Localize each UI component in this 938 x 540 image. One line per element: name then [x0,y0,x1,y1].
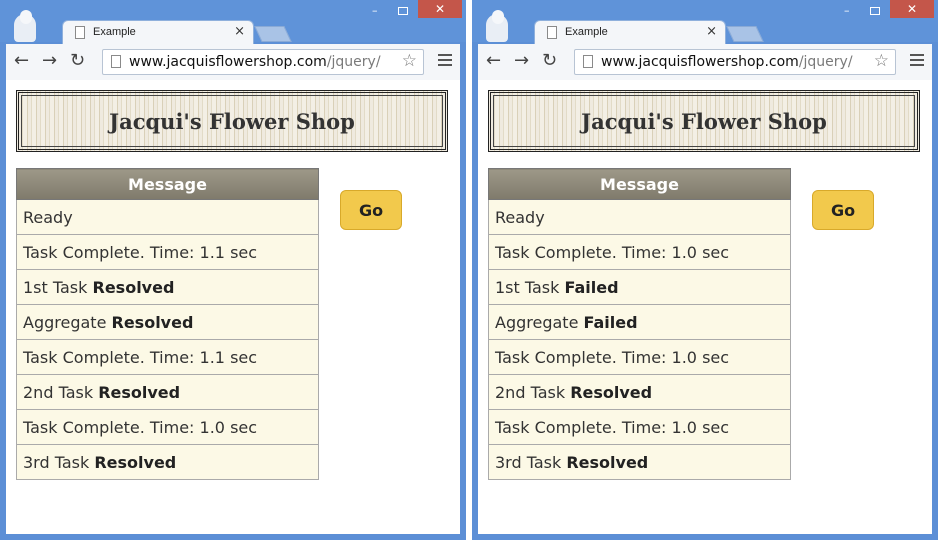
reload-icon[interactable]: ↻ [542,52,557,70]
page-icon [547,26,557,39]
message-cell: 3rd Task Resolved [16,444,319,480]
bookmark-star-icon[interactable]: ☆ [402,51,417,71]
message-cell: Task Complete. Time: 1.0 sec [488,409,791,445]
new-tab-button[interactable] [726,26,764,42]
table-row: Ready [16,199,319,235]
bookmark-star-icon[interactable]: ☆ [874,51,889,71]
table-row: 3rd Task Resolved [488,444,791,480]
tab-close-icon[interactable]: × [706,24,717,39]
go-button[interactable]: Go [812,190,874,230]
page-icon [75,26,85,39]
url-path: /jquery/ [798,54,853,70]
back-arrow-icon[interactable]: ← [14,52,29,70]
table-row: Task Complete. Time: 1.0 sec [488,234,791,270]
table-row: Task Complete. Time: 1.0 sec [488,339,791,375]
back-arrow-icon[interactable]: ← [486,52,501,70]
url-text: www.jacquisflowershop.com/jquery/ [601,54,853,70]
go-button[interactable]: Go [340,190,402,230]
message-cell: 2nd Task Resolved [16,374,319,410]
table-row: 2nd Task Resolved [16,374,319,410]
maximize-button[interactable] [398,7,408,15]
table-row: 1st Task Resolved [16,269,319,305]
table-row: Ready [488,199,791,235]
table-row: Task Complete. Time: 1.1 sec [16,234,319,270]
url-host: www.jacquisflowershop.com [129,54,327,70]
table-row: Task Complete. Time: 1.0 sec [488,409,791,445]
minimize-button[interactable]: – [372,4,378,17]
page-content: Jacqui's Flower Shop Message Ready Task … [6,80,460,534]
message-cell: 3rd Task Resolved [488,444,791,480]
message-header: Message [16,168,319,200]
message-cell: 1st Task Failed [488,269,791,305]
page-content: Jacqui's Flower Shop Message Ready Task … [478,80,932,534]
message-cell: 1st Task Resolved [16,269,319,305]
page-icon [111,55,121,68]
browser-window-right: Example × – ✕ ← → ↻ www.jacquisflowersho… [472,0,938,540]
forward-arrow-icon[interactable]: → [42,52,57,70]
message-table: Message Ready Task Complete. Time: 1.1 s… [16,168,319,480]
tab-title: Example [93,26,136,38]
table-row: 1st Task Failed [488,269,791,305]
close-window-button[interactable]: ✕ [890,0,934,18]
table-row: Aggregate Failed [488,304,791,340]
address-bar[interactable]: www.jacquisflowershop.com/jquery/ ☆ [102,49,424,75]
table-row: Aggregate Resolved [16,304,319,340]
browser-tab[interactable]: Example × [62,20,254,44]
close-window-button[interactable]: ✕ [418,0,462,18]
message-cell: Aggregate Failed [488,304,791,340]
profile-avatar-icon[interactable] [14,10,36,42]
shop-banner: Jacqui's Flower Shop [488,90,920,152]
menu-icon[interactable] [438,54,452,68]
url-path: /jquery/ [326,54,381,70]
message-cell: Ready [16,199,319,235]
message-cell: Task Complete. Time: 1.0 sec [488,234,791,270]
message-cell: Ready [488,199,791,235]
browser-toolbar: ← → ↻ www.jacquisflowershop.com/jquery/ … [6,44,460,80]
maximize-button[interactable] [870,7,880,15]
table-row: 3rd Task Resolved [16,444,319,480]
message-cell: Aggregate Resolved [16,304,319,340]
tab-title: Example [565,26,608,38]
message-cell: Task Complete. Time: 1.1 sec [16,339,319,375]
menu-icon[interactable] [910,54,924,68]
browser-window-left: Example × – ✕ ← → ↻ www.jacquisflowersho… [0,0,466,540]
url-host: www.jacquisflowershop.com [601,54,799,70]
address-bar[interactable]: www.jacquisflowershop.com/jquery/ ☆ [574,49,896,75]
browser-tab[interactable]: Example × [534,20,726,44]
message-cell: Task Complete. Time: 1.0 sec [488,339,791,375]
message-cell: 2nd Task Resolved [488,374,791,410]
browser-toolbar: ← → ↻ www.jacquisflowershop.com/jquery/ … [478,44,932,80]
message-cell: Task Complete. Time: 1.1 sec [16,234,319,270]
table-row: 2nd Task Resolved [488,374,791,410]
shop-title: Jacqui's Flower Shop [109,109,355,134]
message-table: Message Ready Task Complete. Time: 1.0 s… [488,168,791,480]
forward-arrow-icon[interactable]: → [514,52,529,70]
url-text: www.jacquisflowershop.com/jquery/ [129,54,381,70]
shop-banner: Jacqui's Flower Shop [16,90,448,152]
minimize-button[interactable]: – [844,4,850,17]
profile-avatar-icon[interactable] [486,10,508,42]
message-cell: Task Complete. Time: 1.0 sec [16,409,319,445]
message-header: Message [488,168,791,200]
tab-close-icon[interactable]: × [234,24,245,39]
title-bar: Example × – ✕ [472,0,938,44]
table-row: Task Complete. Time: 1.1 sec [16,339,319,375]
page-icon [583,55,593,68]
title-bar: Example × – ✕ [0,0,466,44]
table-row: Task Complete. Time: 1.0 sec [16,409,319,445]
reload-icon[interactable]: ↻ [70,52,85,70]
shop-title: Jacqui's Flower Shop [581,109,827,134]
new-tab-button[interactable] [254,26,292,42]
